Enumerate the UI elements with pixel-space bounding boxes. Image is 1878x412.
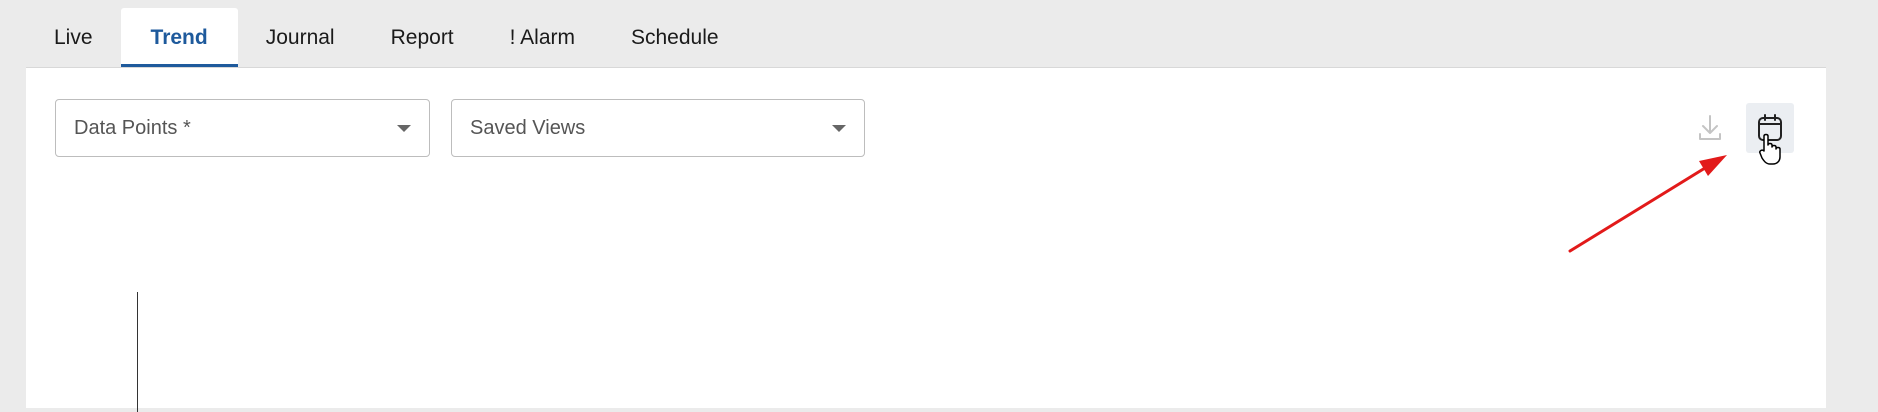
calendar-icon xyxy=(1758,114,1782,141)
tab-journal[interactable]: Journal xyxy=(238,8,363,67)
download-button[interactable] xyxy=(1686,103,1734,153)
tab-schedule[interactable]: Schedule xyxy=(603,8,747,67)
tab-alarm[interactable]: ! Alarm xyxy=(482,8,603,67)
tab-trend[interactable]: Trend xyxy=(120,8,238,67)
download-icon xyxy=(1699,115,1721,140)
tab-live[interactable]: Live xyxy=(26,8,121,67)
calendar-button[interactable] xyxy=(1746,103,1794,153)
chart-y-axis xyxy=(137,292,138,412)
trend-panel: Data Points * Saved Views xyxy=(26,67,1826,412)
data-points-select[interactable]: Data Points * xyxy=(55,99,430,157)
saved-views-select[interactable]: Saved Views xyxy=(451,99,865,157)
data-points-label: Data Points * xyxy=(74,116,191,139)
saved-views-label: Saved Views xyxy=(470,116,586,139)
tab-report[interactable]: Report xyxy=(363,8,482,67)
tab-bar: Live Trend Journal Report ! Alarm Schedu… xyxy=(26,8,747,67)
chevron-down-icon xyxy=(832,125,846,132)
chevron-down-icon xyxy=(397,125,411,132)
